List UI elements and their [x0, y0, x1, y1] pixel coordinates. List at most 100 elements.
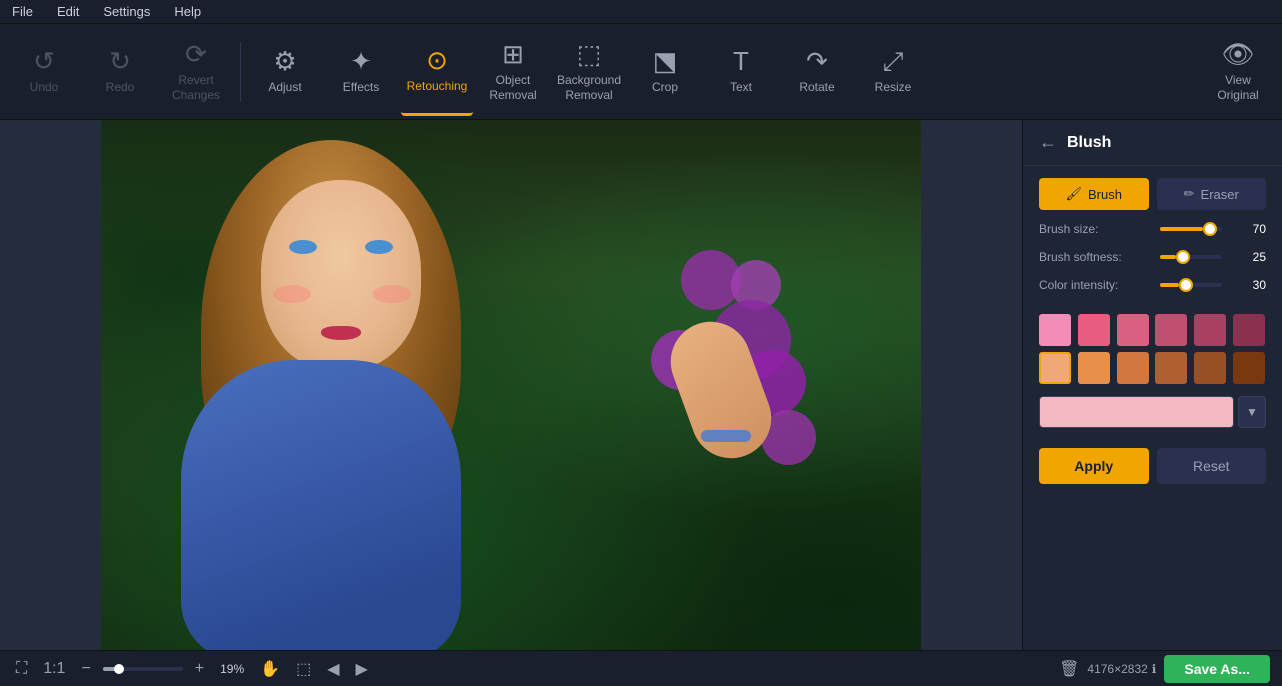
brush-softness-label: Brush softness: [1039, 250, 1144, 264]
text-label: Text [730, 80, 752, 94]
resize-button[interactable]: ⤢ Resize [857, 28, 929, 116]
brush-size-slider-track[interactable] [1160, 227, 1222, 231]
text-button[interactable]: T Text [705, 28, 777, 116]
image-dimensions: 4176×2832 [1087, 662, 1147, 676]
canvas-image [101, 120, 921, 650]
brush-softness-fill [1160, 255, 1176, 259]
color-intensity-thumb[interactable] [1179, 278, 1193, 292]
woman-body [181, 360, 461, 650]
bg-removal-icon: ⬚ [577, 41, 602, 67]
color-intensity-track[interactable] [1152, 283, 1230, 287]
brush-button[interactable]: 🖌 Brush [1039, 178, 1149, 210]
menu-settings[interactable]: Settings [99, 2, 154, 21]
color-swatch-6[interactable] [1039, 352, 1071, 384]
zoom-slider[interactable] [103, 667, 183, 671]
color-intensity-label: Color intensity: [1039, 278, 1144, 292]
undo-button[interactable]: ↺ Undo [8, 28, 80, 116]
color-preview-bar[interactable] [1039, 396, 1234, 428]
next-image-button[interactable]: ▶ [352, 657, 372, 681]
brush-size-row: Brush size: 70 [1039, 222, 1266, 236]
color-swatch-10[interactable] [1194, 352, 1226, 384]
brush-size-fill [1160, 227, 1203, 231]
color-swatch-3[interactable] [1155, 314, 1187, 346]
fullscreen-button[interactable]: ⛶ [12, 658, 31, 680]
zoom-slider-thumb[interactable] [114, 664, 124, 674]
main-area: ← Blush 🖌 Brush ✏ Eraser Brush size: [0, 120, 1282, 650]
zoom-fit-button[interactable]: 1:1 [39, 658, 69, 680]
view-original-icon: 👁 [1221, 41, 1254, 67]
resize-icon: ⤢ [883, 48, 904, 74]
brush-eraser-row: 🖌 Brush ✏ Eraser [1023, 166, 1282, 222]
photo-background [101, 120, 921, 650]
rotate-button[interactable]: ↷ Rotate [781, 28, 853, 116]
brush-size-thumb[interactable] [1203, 222, 1217, 236]
color-intensity-slider-track[interactable] [1160, 283, 1222, 287]
blush-right [373, 285, 411, 303]
menu-help[interactable]: Help [170, 2, 205, 21]
eraser-icon: ✏ [1184, 186, 1195, 202]
color-dropdown-button[interactable]: ▼ [1238, 396, 1266, 428]
color-intensity-value: 30 [1238, 278, 1266, 292]
object-removal-button[interactable]: ⊞ ObjectRemoval [477, 28, 549, 116]
brush-size-track[interactable] [1152, 227, 1230, 231]
pan-tool-button[interactable]: ✋ [256, 657, 284, 681]
adjust-button[interactable]: ⚙ Adjust [249, 28, 321, 116]
canvas-area[interactable] [0, 120, 1022, 650]
rotate-label: Rotate [799, 80, 834, 94]
revert-button[interactable]: ⟳ RevertChanges [160, 28, 232, 116]
color-swatch-8[interactable] [1117, 352, 1149, 384]
adjust-label: Adjust [268, 80, 301, 94]
delete-image-button[interactable]: 🗑 [1055, 657, 1083, 681]
bg-removal-button[interactable]: ⬚ BackgroundRemoval [553, 28, 625, 116]
image-info: 🗑 4176×2832 ℹ [1055, 657, 1156, 681]
color-swatch-4[interactable] [1194, 314, 1226, 346]
brush-size-value: 70 [1238, 222, 1266, 236]
eraser-button[interactable]: ✏ Eraser [1157, 178, 1267, 210]
menu-edit[interactable]: Edit [53, 2, 83, 21]
prev-image-button[interactable]: ◀ [323, 657, 343, 681]
color-swatch-11[interactable] [1233, 352, 1265, 384]
brush-softness-slider-track[interactable] [1160, 255, 1222, 259]
zoom-value: 19% [216, 662, 248, 676]
effects-icon: ✦ [350, 48, 372, 74]
color-swatch-7[interactable] [1078, 352, 1110, 384]
brush-softness-track[interactable] [1152, 255, 1230, 259]
menu-file[interactable]: File [8, 2, 37, 21]
brush-softness-thumb[interactable] [1176, 250, 1190, 264]
reset-button[interactable]: Reset [1157, 448, 1267, 484]
undo-label: Undo [30, 80, 59, 94]
redo-button[interactable]: ↻ Redo [84, 28, 156, 116]
color-intensity-fill [1160, 283, 1179, 287]
save-as-button[interactable]: Save As... [1164, 655, 1270, 683]
view-original-label: ViewOriginal [1217, 73, 1258, 102]
zoom-out-button[interactable]: − [77, 658, 94, 680]
zoom-in-button[interactable]: + [191, 658, 208, 680]
resize-label: Resize [875, 80, 912, 94]
retouching-button[interactable]: ⊙ Retouching [401, 28, 473, 116]
bracelet [701, 430, 751, 442]
redo-label: Redo [106, 80, 135, 94]
retouching-label: Retouching [407, 79, 468, 93]
apply-button[interactable]: Apply [1039, 448, 1149, 484]
view-original-button[interactable]: 👁 ViewOriginal [1202, 28, 1274, 116]
crop-button[interactable]: ⬔ Crop [629, 28, 701, 116]
crop-label: Crop [652, 80, 678, 94]
color-swatch-1[interactable] [1078, 314, 1110, 346]
bg-removal-label: BackgroundRemoval [557, 73, 621, 102]
revert-icon: ⟳ [185, 41, 207, 67]
panel-title: Blush [1067, 134, 1111, 152]
selection-tool-button[interactable]: ⬚ [292, 657, 315, 681]
eraser-label: Eraser [1201, 187, 1239, 202]
color-swatch-2[interactable] [1117, 314, 1149, 346]
blush-left [273, 285, 311, 303]
color-swatch-9[interactable] [1155, 352, 1187, 384]
color-swatch-0[interactable] [1039, 314, 1071, 346]
back-button[interactable]: ← [1039, 132, 1057, 153]
effects-label: Effects [343, 80, 379, 94]
toolbar: ↺ Undo ↻ Redo ⟳ RevertChanges ⚙ Adjust ✦… [0, 24, 1282, 120]
panel-header: ← Blush [1023, 120, 1282, 166]
effects-button[interactable]: ✦ Effects [325, 28, 397, 116]
info-icon: ℹ [1152, 662, 1157, 676]
color-picker-row: ▼ [1023, 392, 1282, 440]
color-swatch-5[interactable] [1233, 314, 1265, 346]
